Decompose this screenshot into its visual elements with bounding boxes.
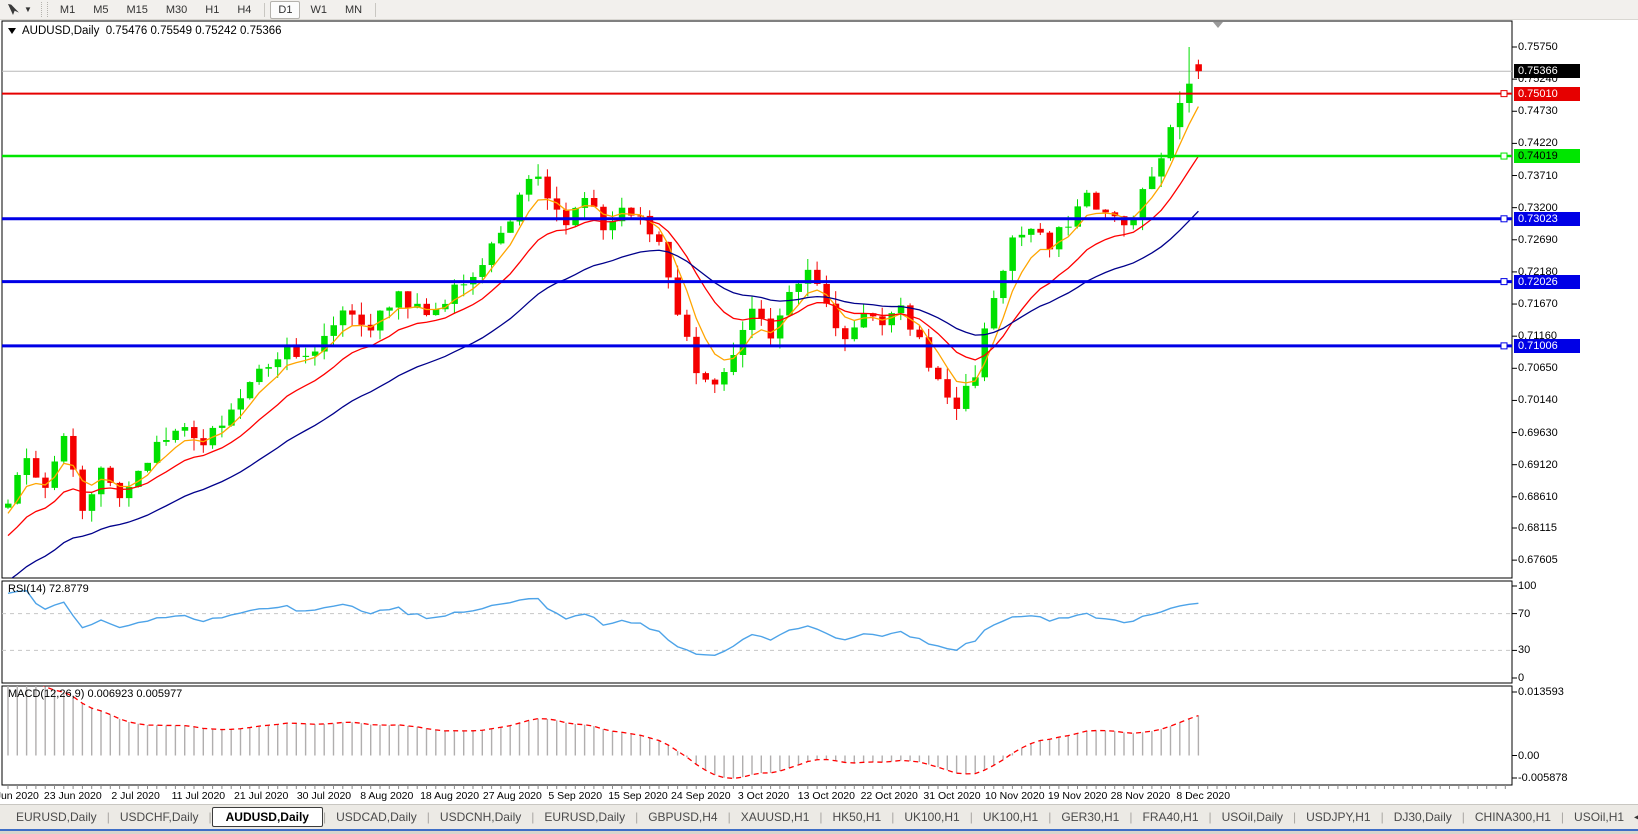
rsi-axis-label: 100	[1518, 580, 1536, 592]
price-axis-label: 0.69120	[1518, 459, 1558, 471]
price-axis-label: 0.75750	[1518, 41, 1558, 53]
chart-tabs: EURUSD,Daily|USDCHF,Daily|AUDUSD,Daily|U…	[6, 807, 1634, 827]
chart-tab-ger30-h1[interactable]: GER30,H1	[1051, 808, 1129, 826]
price-axis-label: 0.71670	[1518, 298, 1558, 310]
chart-tab-eurusd-daily[interactable]: EURUSD,Daily	[534, 808, 635, 826]
macd-label: MACD(12,26,9) 0.006923 0.005977	[8, 688, 182, 700]
macd-axis-label: -0.005878	[1518, 772, 1568, 784]
price-axis-label: 0.74730	[1518, 105, 1558, 117]
macd-axis-label: 0.00	[1518, 750, 1539, 762]
chart-tab-usdchf-daily[interactable]: USDCHF,Daily	[110, 808, 209, 826]
chart-tab-usdcad-daily[interactable]: USDCAD,Daily	[326, 808, 427, 826]
rsi-axis-label: 30	[1518, 644, 1530, 656]
hline-handle[interactable]	[1501, 216, 1507, 222]
chart-tab-usdjpy-h1[interactable]: USDJPY,H1	[1296, 808, 1380, 826]
chart-tab-bar: EURUSD,Daily|USDCHF,Daily|AUDUSD,Daily|U…	[0, 804, 1638, 829]
current-price-badge: 0.75366	[1514, 64, 1580, 78]
trading-platform-window: { "toolbar": { "nav_icon": "chart-cursor…	[0, 0, 1638, 834]
collapse-triangle-icon[interactable]	[8, 28, 16, 34]
chart-tab-uk100-h1[interactable]: UK100,H1	[894, 808, 969, 826]
hline-price-badge: 0.74019	[1514, 149, 1580, 163]
price-axis-label: 0.74220	[1518, 137, 1558, 149]
chart-tab-china300-h1[interactable]: CHINA300,H1	[1465, 808, 1561, 826]
price-axis-label: 0.73710	[1518, 170, 1558, 182]
chart-tab-uk100-h1[interactable]: UK100,H1	[973, 808, 1048, 826]
hline-handle[interactable]	[1501, 279, 1507, 285]
chart-tab-dj30-daily[interactable]: DJ30,Daily	[1384, 808, 1462, 826]
price-axis-label: 0.68610	[1518, 491, 1558, 503]
macd-values: 0.006923 0.005977	[87, 688, 182, 700]
bottom-accent-line	[0, 829, 1638, 831]
price-axis-label: 0.72690	[1518, 234, 1558, 246]
date-axis-label: 8 Dec 2020	[1165, 790, 1241, 802]
chart-tab-eurusd-daily[interactable]: EURUSD,Daily	[6, 808, 107, 826]
chart-tab-audusd-daily[interactable]: AUDUSD,Daily	[212, 807, 323, 827]
hline-handle[interactable]	[1501, 153, 1507, 159]
chart-title: AUDUSD,Daily 0.75476 0.75549 0.75242 0.7…	[8, 25, 282, 37]
macd-axis-label: 0.013593	[1518, 686, 1564, 698]
chart-tab-hk50-h1[interactable]: HK50,H1	[823, 808, 892, 826]
chart-ohlc-values: 0.75476 0.75549 0.75242 0.75366	[106, 25, 282, 37]
hline-price-badge: 0.71006	[1514, 339, 1580, 353]
price-axis-label: 0.68115	[1518, 522, 1557, 534]
hline-price-badge: 0.73023	[1514, 212, 1580, 226]
hline-price-badge: 0.75010	[1514, 87, 1580, 101]
price-axis-label: 0.70140	[1518, 394, 1558, 406]
chart-tab-gbpusd-h4[interactable]: GBPUSD,H4	[638, 808, 727, 826]
chart-tab-usdcnh-daily[interactable]: USDCNH,Daily	[430, 808, 531, 826]
chart-canvas[interactable]	[0, 0, 1638, 804]
price-axis-label: 0.67605	[1518, 554, 1558, 566]
chart-tab-usoil-daily[interactable]: USOil,Daily	[1212, 808, 1293, 826]
chart-tab-fra40-h1[interactable]: FRA40,H1	[1132, 808, 1208, 826]
chart-tab-usoil-h1[interactable]: USOil,H1	[1564, 808, 1634, 826]
price-axis-label: 0.69630	[1518, 427, 1558, 439]
chart-symbol: AUDUSD,Daily	[22, 25, 99, 37]
rsi-label: RSI(14) 72.8779	[8, 583, 89, 595]
hline-handle[interactable]	[1501, 343, 1507, 349]
hline-price-badge: 0.72026	[1514, 275, 1580, 289]
chart-tab-xauusd-h1[interactable]: XAUUSD,H1	[731, 808, 820, 826]
price-axis-label: 0.70650	[1518, 362, 1558, 374]
tab-scroll-left-icon[interactable]: ◂	[1634, 812, 1638, 823]
hline-handle[interactable]	[1501, 91, 1507, 97]
rsi-value: 72.8779	[49, 583, 89, 595]
rsi-axis-label: 70	[1518, 608, 1530, 620]
rsi-axis-label: 0	[1518, 672, 1524, 684]
